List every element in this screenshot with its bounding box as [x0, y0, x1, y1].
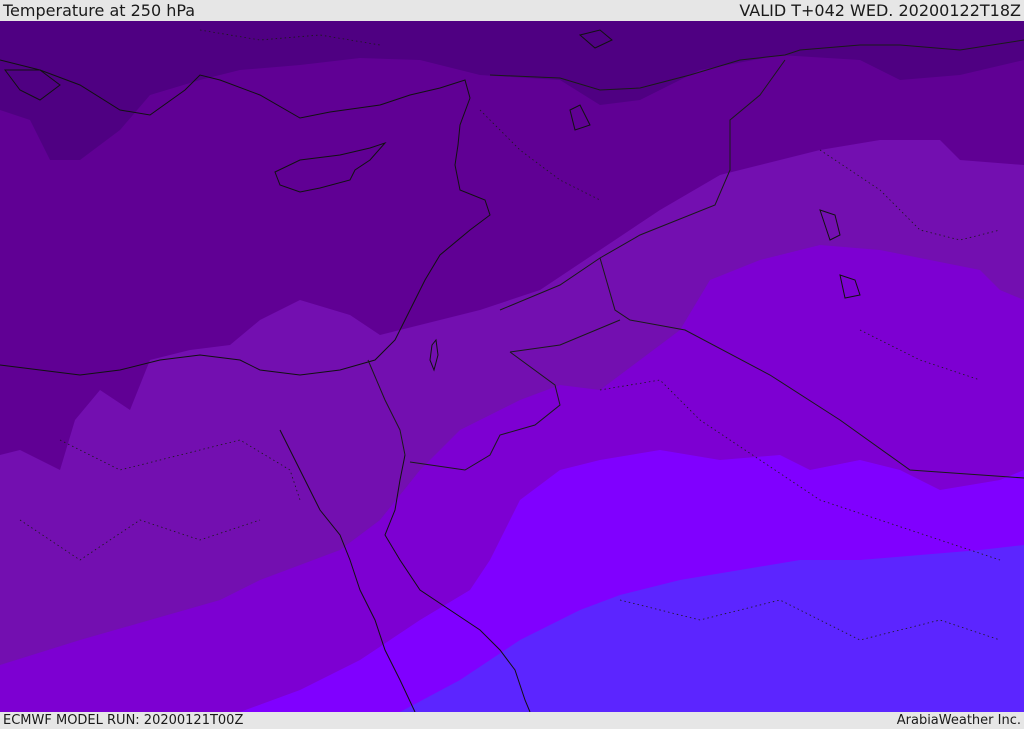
valid-time: VALID T+042 WED. 20200122T18Z	[739, 1, 1021, 20]
header-bar: Temperature at 250 hPa VALID T+042 WED. …	[0, 0, 1024, 21]
map-title: Temperature at 250 hPa	[3, 1, 196, 20]
footer-bar: ECMWF MODEL RUN: 20200121T00Z ArabiaWeat…	[0, 712, 1024, 729]
temperature-map[interactable]	[0, 21, 1024, 712]
model-run-label: ECMWF MODEL RUN: 20200121T00Z	[3, 713, 244, 728]
credit-label: ArabiaWeather Inc.	[896, 713, 1021, 728]
